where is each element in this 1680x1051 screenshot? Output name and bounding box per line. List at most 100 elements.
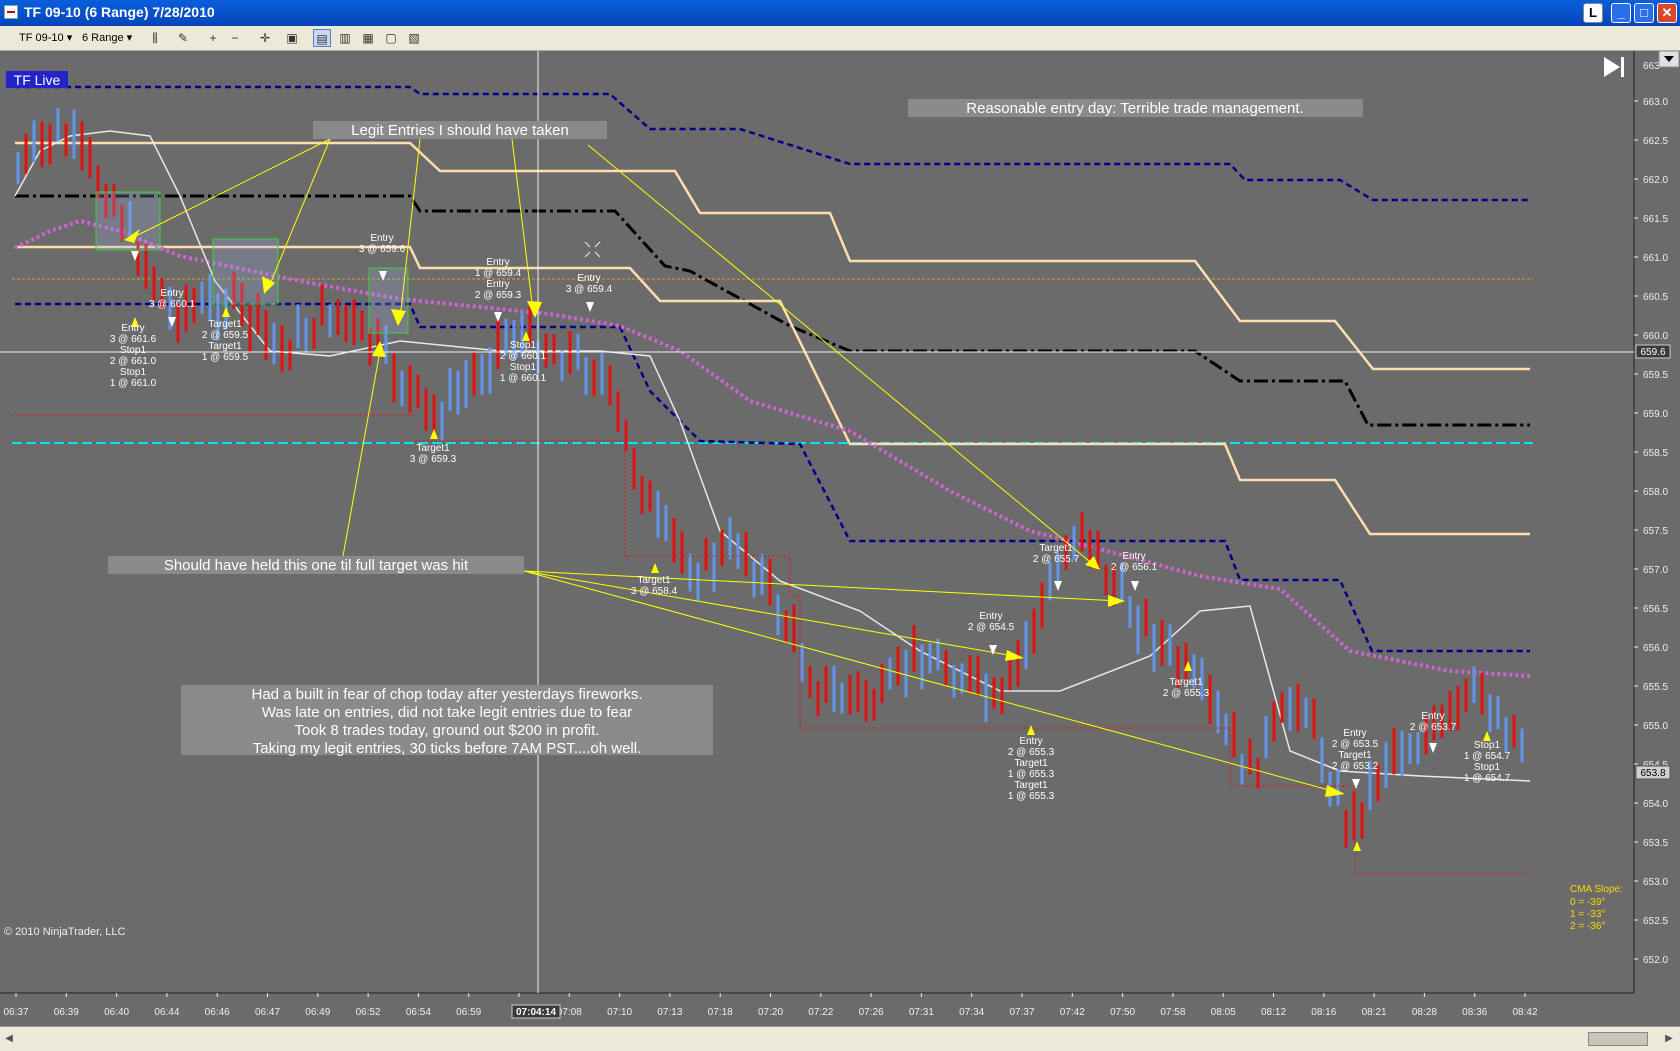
note-should-have-held: Should have held this one til full targe… bbox=[164, 557, 469, 574]
time-tick-label: 07:10 bbox=[607, 1007, 632, 1018]
price-tick-label: 661.5 bbox=[1643, 214, 1668, 225]
time-tick-label: 07:26 bbox=[859, 1007, 884, 1018]
time-tick-label: 07:42 bbox=[1060, 1007, 1085, 1018]
annotation-line: Target1 bbox=[1014, 780, 1048, 791]
live-badge: TF Live bbox=[14, 72, 61, 88]
time-tick-label: 08:36 bbox=[1462, 1007, 1487, 1018]
annotation-line: 2 @ 659.3 bbox=[475, 290, 522, 301]
annotation-line: Entry bbox=[1122, 551, 1145, 562]
annotation-line: Stop1 bbox=[120, 367, 147, 378]
cma-line: 2 = -36° bbox=[1570, 921, 1605, 932]
strategies-icon[interactable]: ▥ bbox=[336, 29, 354, 47]
time-tick-label: 06:59 bbox=[456, 1007, 481, 1018]
annotation-line: 2 @ 655.7 bbox=[1033, 554, 1080, 565]
annotation-line: Entry bbox=[1019, 736, 1042, 747]
price-tick-label: 653.0 bbox=[1643, 877, 1668, 888]
time-tick-label: 06:46 bbox=[205, 1007, 230, 1018]
annotation-line: 1 @ 660.1 bbox=[500, 373, 547, 384]
annotation-line: Entry bbox=[979, 611, 1002, 622]
time-tick-label: 08:12 bbox=[1261, 1007, 1286, 1018]
price-tick-label: 663 bbox=[1643, 61, 1660, 72]
crosshair-icon[interactable]: ✛ bbox=[256, 29, 274, 47]
time-tick-label: 06:54 bbox=[406, 1007, 431, 1018]
annotation-line: 3 @ 659.6 bbox=[359, 244, 406, 255]
zoom-in-icon[interactable]: + bbox=[204, 29, 222, 47]
annotation-line: 2 @ 653.7 bbox=[1410, 722, 1457, 733]
legit-entry-box bbox=[95, 191, 161, 251]
annotation-line: Target1 bbox=[1014, 758, 1048, 769]
note-legit-entries: Legit Entries I should have taken bbox=[351, 122, 569, 139]
note-top-right: Reasonable entry day: Terrible trade man… bbox=[966, 100, 1303, 117]
annotation-line: 1 @ 655.3 bbox=[1008, 769, 1055, 780]
time-tick-label: 07:31 bbox=[909, 1007, 934, 1018]
price-tick-label: 653.5 bbox=[1643, 838, 1668, 849]
scroll-thumb[interactable] bbox=[1588, 1032, 1648, 1046]
price-tick-label: 659.5 bbox=[1643, 370, 1668, 381]
price-tick-label: 656.0 bbox=[1643, 643, 1668, 654]
price-tick-label: 654.0 bbox=[1643, 799, 1668, 810]
time-tick-label: 06:47 bbox=[255, 1007, 280, 1018]
indicators-icon[interactable]: ▤ bbox=[313, 29, 331, 47]
close-button[interactable]: ✕ bbox=[1657, 3, 1677, 23]
chart-panel[interactable]: 663.0 662.5 662.0 661.5 661.0 660.5 660.0 659.5… bbox=[0, 51, 1680, 1026]
annotation-line: Entry bbox=[486, 257, 509, 268]
data-box-icon[interactable]: ▢ bbox=[382, 29, 400, 47]
minimize-button[interactable]: _ bbox=[1611, 3, 1631, 23]
price-tick-label: 658.5 bbox=[1643, 448, 1668, 459]
annotation-line: 1 @ 654.7 bbox=[1464, 773, 1511, 784]
annotation-line: 1 @ 654.7 bbox=[1464, 751, 1511, 762]
annotation-line: Target1 bbox=[1338, 750, 1372, 761]
legit-entry-box bbox=[212, 238, 279, 305]
annotation-line: 3 @ 660.1 bbox=[149, 299, 196, 310]
annotation-line: 2 @ 656.1 bbox=[1111, 562, 1158, 573]
zoom-out-icon[interactable]: − bbox=[226, 29, 244, 47]
maximize-button[interactable]: □ bbox=[1634, 3, 1654, 23]
cma-title: CMA Slope: bbox=[1570, 884, 1623, 895]
time-tick-label: 07:58 bbox=[1160, 1007, 1185, 1018]
price-chart[interactable]: 663.0 662.5 662.0 661.5 661.0 660.5 660.0 659.5… bbox=[0, 51, 1680, 1026]
window-title: TF 09-10 (6 Range) 7/28/2010 bbox=[24, 4, 215, 20]
window-layout-icon[interactable]: ▧ bbox=[405, 29, 423, 47]
time-tick-label: 08:42 bbox=[1512, 1007, 1537, 1018]
annotation-line: Stop1 bbox=[510, 362, 537, 373]
time-tick-label: 08:16 bbox=[1311, 1007, 1336, 1018]
pencil-icon[interactable]: ✎ bbox=[174, 29, 192, 47]
annotation-line: Entry bbox=[1421, 711, 1444, 722]
price-tick-label: 658.0 bbox=[1643, 487, 1668, 498]
title-bar: TF 09-10 (6 Range) 7/28/2010 L _ □ ✕ bbox=[0, 0, 1680, 26]
chart-trader-icon[interactable]: ▦ bbox=[359, 29, 377, 47]
annotation-line: Entry bbox=[1343, 728, 1366, 739]
annotation-line: 3 @ 661.6 bbox=[110, 334, 157, 345]
price-tick-label: 657.0 bbox=[1643, 565, 1668, 576]
summary-line: Was late on entries, did not take legit … bbox=[262, 704, 633, 721]
scroll-right-icon[interactable]: ▶ bbox=[1662, 1032, 1676, 1046]
instrument-selector[interactable]: TF 09-10 ▾ bbox=[19, 29, 72, 47]
time-tick-label: 08:28 bbox=[1412, 1007, 1437, 1018]
axis-menu-icon[interactable] bbox=[1658, 51, 1680, 68]
note-summary: Had a built in fear of chop today after … bbox=[251, 686, 642, 757]
annotation-line: Entry bbox=[160, 288, 183, 299]
time-tick-label: 06:52 bbox=[356, 1007, 381, 1018]
time-tick-label: 07:08 bbox=[557, 1007, 582, 1018]
price-tick-label: 657.5 bbox=[1643, 526, 1668, 537]
annotation-line: 2 @ 659.5 bbox=[202, 330, 249, 341]
annotation-line: 1 @ 661.0 bbox=[110, 378, 157, 389]
properties-icon[interactable]: ▣ bbox=[283, 29, 301, 47]
time-tick-label: 07:18 bbox=[708, 1007, 733, 1018]
price-tick-label: 660.0 bbox=[1643, 331, 1668, 342]
horizontal-scrollbar[interactable]: ◀ ▶ bbox=[0, 1026, 1680, 1051]
bar-style-icon[interactable]: ⫼ bbox=[146, 29, 164, 47]
link-button[interactable]: L bbox=[1583, 3, 1603, 23]
annotation-line: 2 @ 653.5 bbox=[1332, 739, 1379, 750]
period-selector[interactable]: 6 Range ▾ bbox=[82, 29, 132, 47]
annotation-line: Entry bbox=[370, 233, 393, 244]
annotation-line: Entry bbox=[121, 323, 144, 334]
annotation-line: Entry bbox=[577, 273, 600, 284]
summary-line: Taking my legit entries, 30 ticks before… bbox=[253, 740, 642, 757]
price-tick-label: 662.0 bbox=[1643, 175, 1668, 186]
price-tick-label: 656.5 bbox=[1643, 604, 1668, 615]
time-tick-label: 07:34 bbox=[959, 1007, 984, 1018]
annotation-line: Stop1 bbox=[120, 345, 147, 356]
annotation-line: 2 @ 660.1 bbox=[500, 351, 547, 362]
scroll-left-icon[interactable]: ◀ bbox=[2, 1032, 16, 1046]
